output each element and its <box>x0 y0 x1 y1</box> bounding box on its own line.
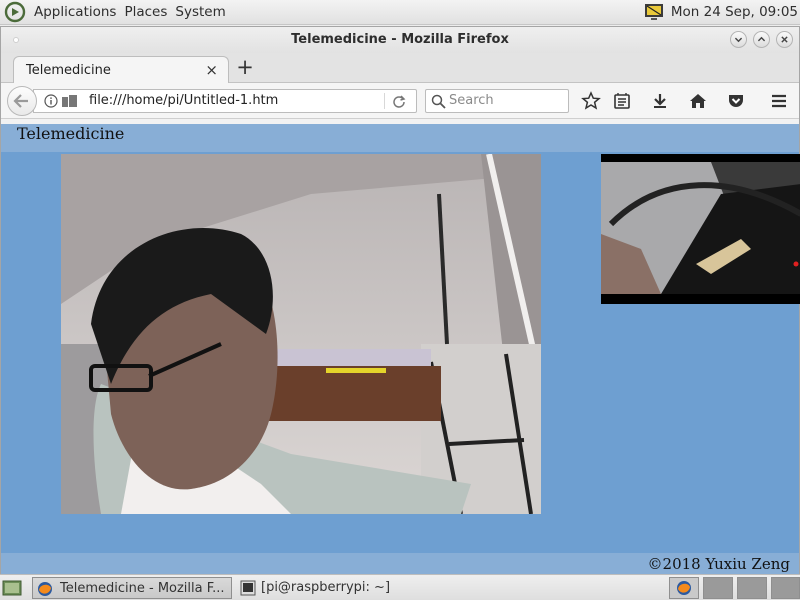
back-button[interactable] <box>7 86 37 116</box>
minimize-icon[interactable] <box>730 31 747 48</box>
taskbar-item-firefox[interactable]: Telemedicine - Mozilla F... <box>32 577 232 599</box>
workspace-firefox-icon <box>677 581 691 595</box>
places-menu[interactable]: Places <box>120 4 171 20</box>
top-panel: Applications Places System Mon 24 Sep, 0… <box>0 0 800 25</box>
workspace-3[interactable] <box>737 577 767 599</box>
camera-image <box>61 154 541 514</box>
tab-close-icon[interactable]: × <box>205 61 218 79</box>
hamburger-menu-icon[interactable] <box>769 91 789 111</box>
page-header: Telemedicine <box>1 124 799 152</box>
url-input[interactable]: file:///home/pi/Untitled-1.htm <box>89 90 278 112</box>
secondary-camera-image <box>601 154 800 304</box>
terminal-icon <box>240 580 256 596</box>
tab-telemedicine[interactable]: Telemedicine × <box>13 56 229 84</box>
close-icon[interactable] <box>776 31 793 48</box>
workspace-4[interactable] <box>771 577 800 599</box>
search-input[interactable]: Search <box>449 90 494 112</box>
search-icon <box>431 94 446 109</box>
tab-label: Telemedicine <box>26 63 111 78</box>
copyright-text: ©2018 Yuxiu Zeng <box>647 555 790 573</box>
tab-bar: Telemedicine × + <box>1 53 799 84</box>
page-footer: ©2018 Yuxiu Zeng <box>1 553 799 575</box>
window-menu-icon[interactable] <box>13 37 19 43</box>
main-video-feed[interactable] <box>61 154 541 514</box>
search-bar[interactable]: Search <box>425 89 569 113</box>
page-title: Telemedicine <box>17 124 125 143</box>
pocket-icon[interactable] <box>726 91 746 111</box>
workspace-2[interactable] <box>703 577 733 599</box>
reload-icon[interactable] <box>392 94 406 108</box>
reading-list-icon[interactable] <box>612 91 632 111</box>
show-desktop-icon[interactable] <box>2 578 22 598</box>
taskbar-terminal-label: [pi@raspberrypi: ~] <box>261 580 391 595</box>
pip-video-feed[interactable] <box>601 154 800 304</box>
taskbar-item-terminal[interactable]: [pi@raspberrypi: ~] <box>236 577 436 599</box>
firefox-window: Telemedicine - Mozilla Firefox Telemedic… <box>0 26 800 575</box>
window-title: Telemedicine - Mozilla Firefox <box>291 32 509 47</box>
applications-menu[interactable]: Applications <box>30 4 120 20</box>
display-tray-icon[interactable] <box>643 2 665 22</box>
downloads-icon[interactable] <box>650 91 670 111</box>
url-bar[interactable]: file:///home/pi/Untitled-1.htm <box>33 89 417 113</box>
web-page: Telemedicine ©2018 Yuxiu Zeng <box>1 124 800 575</box>
system-menu[interactable]: System <box>171 4 229 20</box>
navigation-toolbar: file:///home/pi/Untitled-1.htm Search <box>1 83 799 119</box>
bookmark-star-icon[interactable] <box>581 91 601 111</box>
window-titlebar[interactable]: Telemedicine - Mozilla Firefox <box>1 27 799 53</box>
home-icon[interactable] <box>688 91 708 111</box>
page-icon <box>62 95 77 107</box>
taskbar-firefox-label: Telemedicine - Mozilla F... <box>60 581 225 596</box>
workspace-1[interactable] <box>669 577 699 599</box>
maximize-icon[interactable] <box>753 31 770 48</box>
info-icon[interactable] <box>44 94 58 108</box>
firefox-icon <box>38 582 52 596</box>
new-tab-button[interactable]: + <box>233 54 257 80</box>
debian-logo-icon[interactable] <box>4 1 26 23</box>
clock[interactable]: Mon 24 Sep, 09:05 <box>671 4 798 20</box>
back-arrow-icon <box>13 94 28 108</box>
bottom-taskbar: Telemedicine - Mozilla F... [pi@raspberr… <box>0 574 800 600</box>
